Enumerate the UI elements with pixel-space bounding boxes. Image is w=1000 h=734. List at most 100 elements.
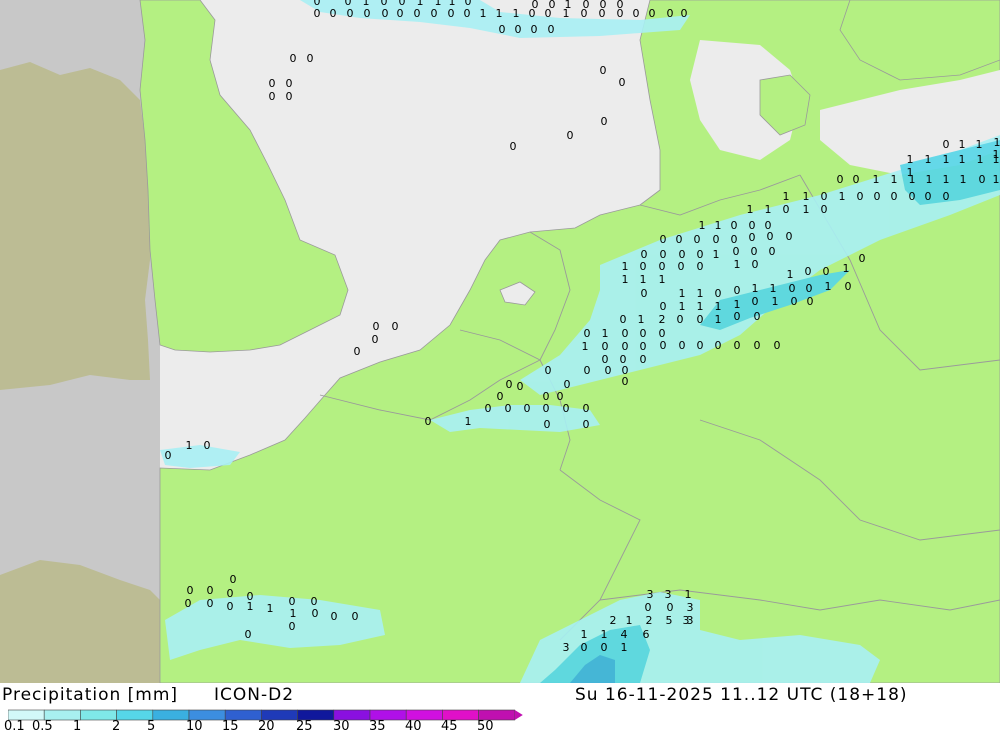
precip-value-label: 0 bbox=[925, 190, 932, 203]
precip-value-label: 0 bbox=[640, 260, 647, 273]
precip-value-label: 0 bbox=[290, 52, 297, 65]
precip-value-label: 2 bbox=[659, 313, 666, 326]
legend-tick-label: 30 bbox=[333, 719, 350, 734]
precip-value-label: 0 bbox=[505, 402, 512, 415]
precip-value-label: 0 bbox=[269, 77, 276, 90]
precip-value-label: 0 bbox=[584, 364, 591, 377]
precip-value-label: 1 bbox=[907, 166, 914, 179]
precip-value-label: 0 bbox=[397, 7, 404, 20]
precip-value-label: 1 bbox=[638, 313, 645, 326]
precip-value-label: 0 bbox=[715, 287, 722, 300]
precip-value-label: 0 bbox=[331, 610, 338, 623]
legend-tick-label: 50 bbox=[477, 719, 494, 734]
precip-value-label: 0 bbox=[677, 313, 684, 326]
precip-value-label: 0 bbox=[667, 7, 674, 20]
precip-value-label: 0 bbox=[269, 90, 276, 103]
outside-domain-land bbox=[0, 62, 160, 683]
precip-value-label: 0 bbox=[791, 295, 798, 308]
precip-value-label: 0 bbox=[807, 295, 814, 308]
precip-value-label: 1 bbox=[783, 190, 790, 203]
precip-value-label: 0 bbox=[207, 597, 214, 610]
precip-value-label: 0 bbox=[517, 380, 524, 393]
precip-value-label: 0 bbox=[165, 449, 172, 462]
precip-value-label: 1 bbox=[770, 282, 777, 295]
precip-value-label: 1 bbox=[959, 153, 966, 166]
precip-value-label: 1 bbox=[993, 173, 1000, 186]
precip-value-label: 1 bbox=[513, 7, 520, 20]
precip-value-label: 1 bbox=[697, 300, 704, 313]
legend-arrow bbox=[515, 710, 523, 720]
precip-value-label: 1 bbox=[752, 282, 759, 295]
precip-value-label: 0 bbox=[891, 190, 898, 203]
precip-value-label: 3 bbox=[665, 588, 672, 601]
precip-value-label: 0 bbox=[823, 265, 830, 278]
precip-value-label: 0 bbox=[312, 607, 319, 620]
precip-value-label: 0 bbox=[697, 260, 704, 273]
precip-value-label: 0 bbox=[414, 7, 421, 20]
legend-tick-label: 35 bbox=[369, 719, 386, 734]
precip-value-label: 0 bbox=[583, 402, 590, 415]
precip-value-label: 0 bbox=[354, 345, 361, 358]
precip-value-label: 0 bbox=[681, 7, 688, 20]
precip-value-label: 0 bbox=[563, 402, 570, 415]
precip-value-label: 0 bbox=[789, 282, 796, 295]
precip-value-label: 0 bbox=[805, 265, 812, 278]
precip-value-label: 0 bbox=[620, 313, 627, 326]
precip-value-label: 0 bbox=[731, 219, 738, 232]
precip-value-label: 0 bbox=[600, 0, 607, 11]
precip-value-label: 0 bbox=[227, 587, 234, 600]
legend-tick-label: 0.5 bbox=[32, 719, 53, 734]
precip-value-label: 0 bbox=[783, 203, 790, 216]
precip-value-label: 0 bbox=[754, 310, 761, 323]
precip-value-label: 0 bbox=[230, 573, 237, 586]
precip-value-label: 0 bbox=[979, 173, 986, 186]
precip-value-label: 0 bbox=[245, 628, 252, 641]
precip-value-label: 0 bbox=[857, 190, 864, 203]
precip-value-label: 1 bbox=[891, 173, 898, 186]
precip-value-label: 1 bbox=[803, 190, 810, 203]
precipitation-map[interactable]: 0010011100000000000111001000000000000010… bbox=[0, 0, 1000, 683]
precip-value-label: 0 bbox=[543, 402, 550, 415]
precip-value-label: 1 bbox=[873, 173, 880, 186]
precip-value-label: 1 bbox=[976, 138, 983, 151]
precip-value-label: 0 bbox=[821, 190, 828, 203]
precip-value-label: 0 bbox=[633, 7, 640, 20]
precip-value-label: 0 bbox=[382, 7, 389, 20]
precip-value-label: 1 bbox=[977, 153, 984, 166]
precip-value-label: 0 bbox=[806, 282, 813, 295]
legend-tick-label: 0.1 bbox=[4, 719, 25, 734]
precip-value-label: 2 bbox=[646, 614, 653, 627]
precip-value-label: 0 bbox=[640, 340, 647, 353]
precip-value-label: 1 bbox=[925, 153, 932, 166]
precip-value-label: 1 bbox=[640, 273, 647, 286]
precip-value-label: 0 bbox=[659, 260, 666, 273]
precip-value-label: 0 bbox=[821, 203, 828, 216]
precip-value-label: 3 bbox=[683, 614, 690, 627]
precip-value-label: 1 bbox=[247, 600, 254, 613]
precip-value-label: 1 bbox=[267, 602, 274, 615]
precip-value-label: 0 bbox=[448, 7, 455, 20]
precip-value-label: 0 bbox=[425, 415, 432, 428]
precip-value-label: 0 bbox=[943, 138, 950, 151]
precip-value-label: 0 bbox=[786, 230, 793, 243]
precip-value-label: 0 bbox=[524, 402, 531, 415]
precip-value-label: 0 bbox=[207, 584, 214, 597]
precip-value-label: 1 bbox=[465, 415, 472, 428]
precip-value-label: 0 bbox=[713, 233, 720, 246]
legend-tick-label: 10 bbox=[186, 719, 203, 734]
precip-value-label: 1 bbox=[582, 340, 589, 353]
precip-value-label: 1 bbox=[747, 203, 754, 216]
title: Precipitation [mm] bbox=[2, 685, 178, 705]
legend-tick-label: 25 bbox=[296, 719, 313, 734]
precip-value-label: 0 bbox=[601, 115, 608, 128]
precip-value-label: 0 bbox=[187, 584, 194, 597]
precip-value-label: 0 bbox=[859, 252, 866, 265]
precip-value-label: 6 bbox=[643, 628, 650, 641]
precip-value-label: 0 bbox=[567, 129, 574, 142]
precip-value-label: 0 bbox=[564, 378, 571, 391]
precip-value-label: 0 bbox=[352, 610, 359, 623]
precip-value-label: 0 bbox=[204, 439, 211, 452]
precip-value-label: 0 bbox=[372, 333, 379, 346]
legend-tick-label: 15 bbox=[222, 719, 239, 734]
precip-value-label: 0 bbox=[605, 364, 612, 377]
